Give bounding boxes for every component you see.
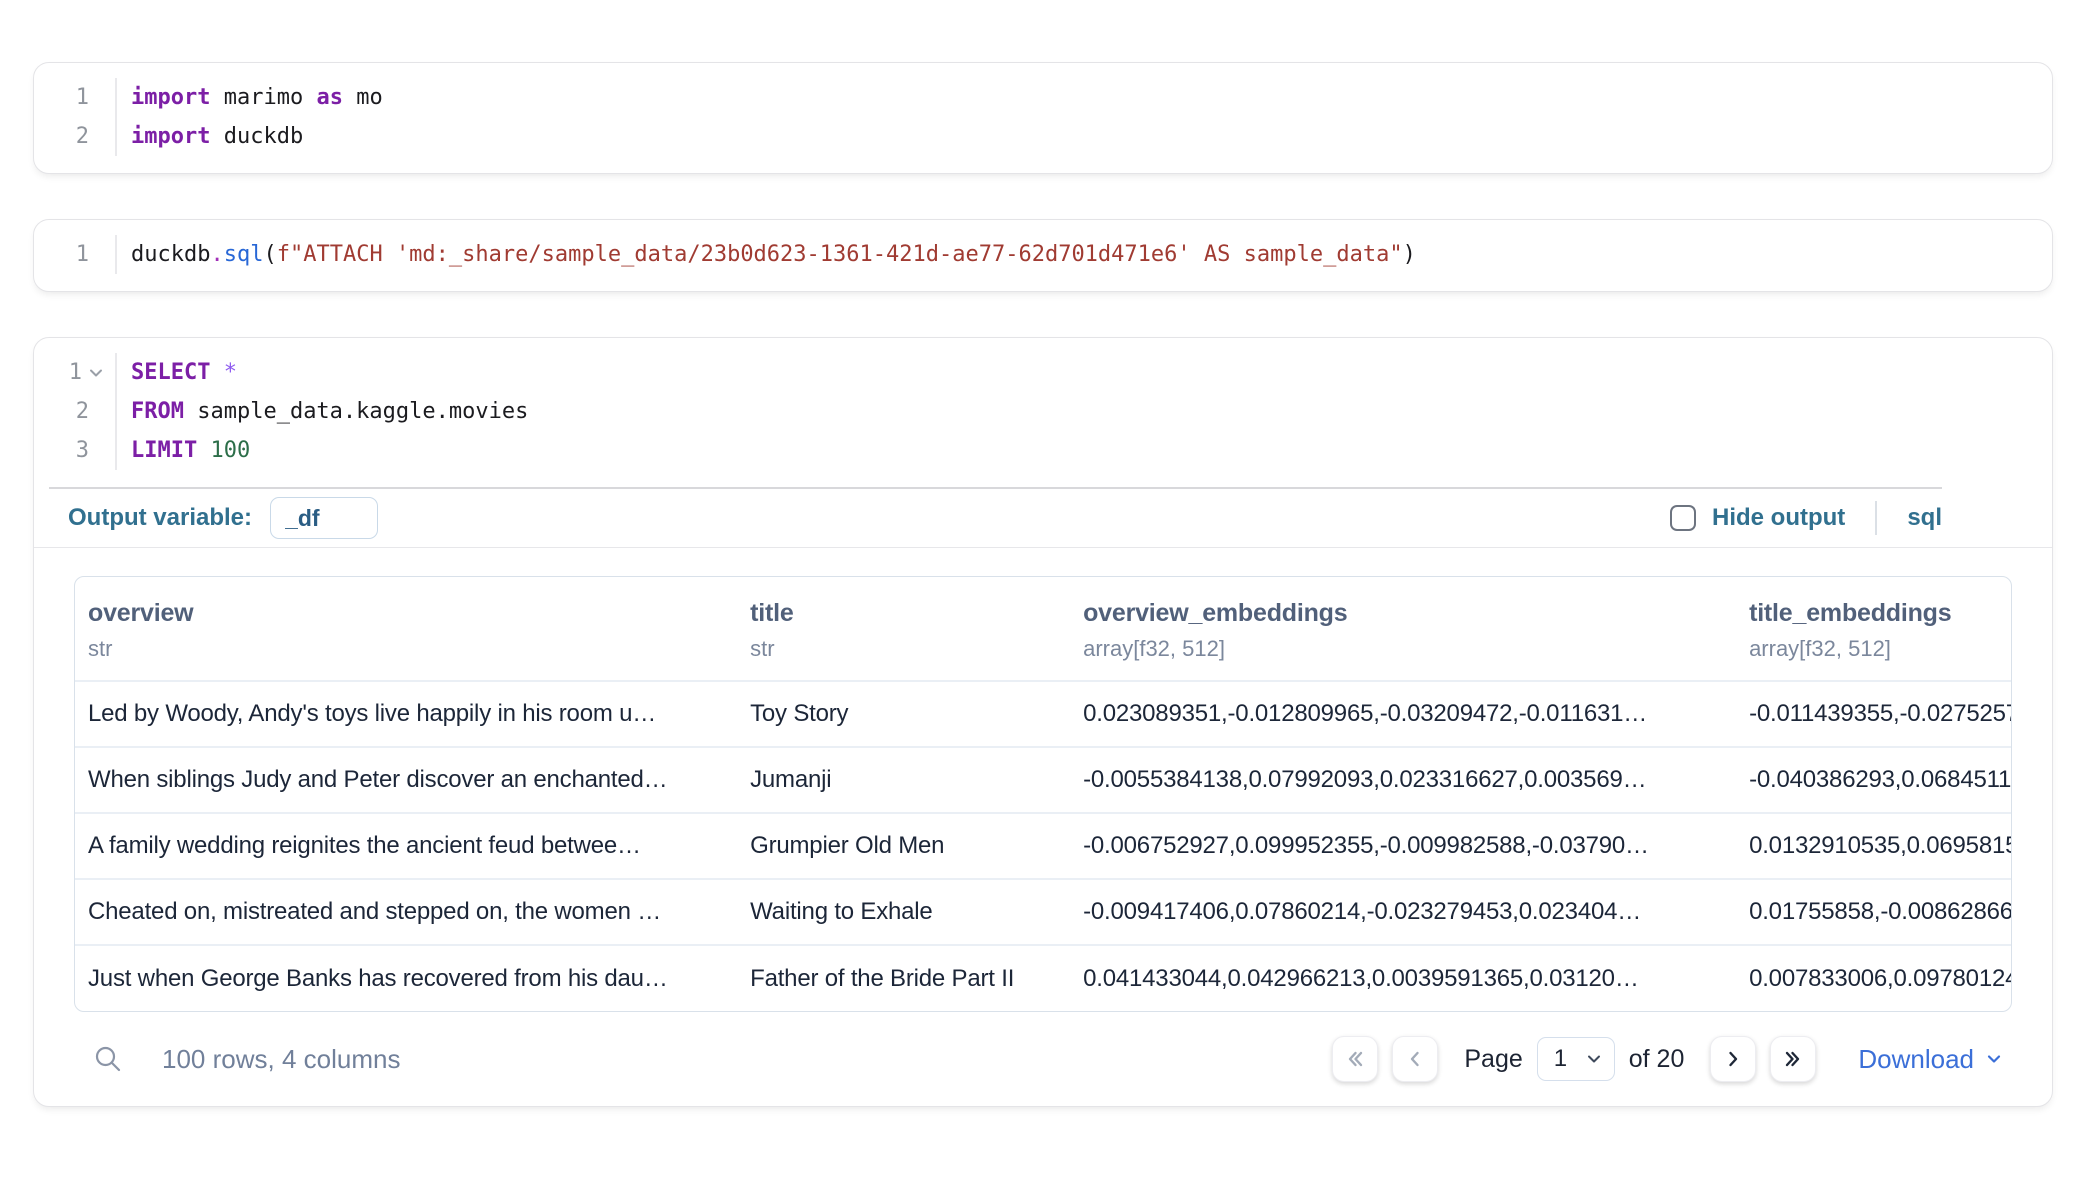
pagination: Page 1 of 20 <box>1332 1036 2004 1082</box>
cell-overview-embeddings: -0.009417406,0.07860214,-0.023279453,0.0… <box>1070 879 1736 945</box>
code-editor: 1 duckdb.sql(f"ATTACH 'md:_share/sample_… <box>34 220 2052 291</box>
cell-overview: When siblings Judy and Peter discover an… <box>75 747 737 813</box>
code-text[interactable]: LIMIT 100 <box>117 438 250 463</box>
table-footer-left: 100 rows, 4 columns <box>92 1043 400 1075</box>
table-header-row: overview str title str overview_embeddin… <box>75 577 2011 681</box>
chevron-down-icon <box>1984 1049 2004 1069</box>
line-number-gutter: 1 <box>34 353 117 392</box>
cell-title-embeddings: 0.007833006,0.09780124,0.0221533 <box>1736 945 2011 1011</box>
prev-page-button[interactable] <box>1392 1036 1438 1082</box>
output-options-group: Hide output sql <box>1670 501 1942 535</box>
code-line: 1 import marimo as mo <box>34 78 2052 117</box>
page-label: Page <box>1464 1045 1522 1074</box>
code-text[interactable]: import duckdb <box>117 124 303 149</box>
hide-output-label[interactable]: Hide output <box>1712 504 1845 532</box>
chevron-left-icon <box>1404 1048 1426 1070</box>
line-number: 1 <box>69 360 82 385</box>
output-variable-input[interactable] <box>270 497 378 539</box>
cell-title: Toy Story <box>737 681 1070 747</box>
cell-title-embeddings: -0.011439355,-0.02752577,0.031961977 <box>1736 681 2011 747</box>
chevron-right-icon <box>1722 1048 1744 1070</box>
cell-overview: A family wedding reignites the ancient f… <box>75 813 737 879</box>
cell-title-embeddings: -0.040386293,0.06845117,0.0137522 <box>1736 747 2011 813</box>
cell-title-embeddings: 0.01755858,-0.00862866,0.0422115 <box>1736 879 2011 945</box>
output-variable-bar: Output variable: Hide output sql <box>34 489 2052 547</box>
cell-overview-embeddings: -0.006752927,0.099952355,-0.009982588,-0… <box>1070 813 1736 879</box>
code-line: 1 duckdb.sql(f"ATTACH 'md:_share/sample_… <box>34 235 2052 274</box>
hide-output-checkbox[interactable] <box>1670 505 1696 531</box>
cell-overview-embeddings: -0.0055384138,0.07992093,0.023316627,0.0… <box>1070 747 1736 813</box>
cell-title-embeddings: 0.0132910535,0.06958156,0.0208211 <box>1736 813 2011 879</box>
column-header-title[interactable]: title str <box>737 577 1070 681</box>
sql-cell: 1 SELECT * 2 FROM sample_data.kaggle.mov… <box>33 337 2053 1107</box>
vertical-divider <box>1875 501 1877 535</box>
cell-overview: Just when George Banks has recovered fro… <box>75 945 737 1011</box>
cell-title: Jumanji <box>737 747 1070 813</box>
line-number-gutter: 2 <box>34 392 117 431</box>
cell-overview: Cheated on, mistreated and stepped on, t… <box>75 879 737 945</box>
next-page-button[interactable] <box>1710 1036 1756 1082</box>
cell-title: Waiting to Exhale <box>737 879 1070 945</box>
column-type: array[f32, 512] <box>1749 636 2001 662</box>
code-cell-attach: 1 duckdb.sql(f"ATTACH 'md:_share/sample_… <box>33 219 2053 292</box>
table-footer: 100 rows, 4 columns Page <box>74 1036 2012 1082</box>
code-line: 2 FROM sample_data.kaggle.movies <box>34 392 2052 431</box>
double-chevron-right-icon <box>1782 1048 1804 1070</box>
page-count-label: of 20 <box>1629 1045 1685 1074</box>
line-number: 3 <box>76 438 89 463</box>
code-editor: 1 SELECT * 2 FROM sample_data.kaggle.mov… <box>34 338 2052 487</box>
first-page-button[interactable] <box>1332 1036 1378 1082</box>
table-row: Led by Woody, Andy's toys live happily i… <box>75 681 2011 747</box>
column-header-overview[interactable]: overview str <box>75 577 737 681</box>
notebook: 1 import marimo as mo 2 import duckdb 1 … <box>33 62 2053 1107</box>
table-row: Cheated on, mistreated and stepped on, t… <box>75 879 2011 945</box>
code-text[interactable]: FROM sample_data.kaggle.movies <box>117 399 528 424</box>
output-area: overview str title str overview_embeddin… <box>34 548 2052 1106</box>
download-button[interactable]: Download <box>1858 1044 2004 1075</box>
line-number: 1 <box>76 85 89 110</box>
cell-title: Father of the Bride Part II <box>737 945 1070 1011</box>
code-line: 3 LIMIT 100 <box>34 431 2052 470</box>
page-select-value: 1 <box>1554 1045 1567 1073</box>
output-variable-label: Output variable: <box>68 504 252 532</box>
code-text[interactable]: SELECT * <box>117 360 237 385</box>
column-header-overview-embeddings[interactable]: overview_embeddings array[f32, 512] <box>1070 577 1736 681</box>
column-type: str <box>88 636 727 662</box>
line-number-gutter: 1 <box>34 78 117 117</box>
code-cell-imports: 1 import marimo as mo 2 import duckdb <box>33 62 2053 174</box>
code-line: 2 import duckdb <box>34 117 2052 156</box>
table-row: A family wedding reignites the ancient f… <box>75 813 2011 879</box>
download-label: Download <box>1858 1044 1974 1075</box>
line-number-gutter: 2 <box>34 117 117 156</box>
table-row: When siblings Judy and Peter discover an… <box>75 747 2011 813</box>
last-page-button[interactable] <box>1770 1036 1816 1082</box>
fold-chevron-down-icon[interactable] <box>87 364 105 382</box>
line-number: 2 <box>76 124 89 149</box>
code-text[interactable]: duckdb.sql(f"ATTACH 'md:_share/sample_da… <box>117 242 1416 267</box>
dataframe-table: overview str title str overview_embeddin… <box>74 576 2012 1012</box>
code-editor: 1 import marimo as mo 2 import duckdb <box>34 63 2052 173</box>
line-number: 1 <box>76 242 89 267</box>
column-type: array[f32, 512] <box>1083 636 1726 662</box>
code-text[interactable]: import marimo as mo <box>117 85 383 110</box>
cell-overview: Led by Woody, Andy's toys live happily i… <box>75 681 737 747</box>
page-select[interactable]: 1 <box>1537 1037 1615 1081</box>
search-icon[interactable] <box>92 1043 124 1075</box>
output-variable-group: Output variable: <box>68 497 378 539</box>
language-badge: sql <box>1907 504 1942 532</box>
cell-title: Grumpier Old Men <box>737 813 1070 879</box>
line-number-gutter: 1 <box>34 235 117 274</box>
column-header-title-embeddings[interactable]: title_embeddings array[f32, 512] <box>1736 577 2011 681</box>
cell-overview-embeddings: 0.041433044,0.042966213,0.0039591365,0.0… <box>1070 945 1736 1011</box>
code-line: 1 SELECT * <box>34 353 2052 392</box>
column-type: str <box>750 636 1060 662</box>
double-chevron-left-icon <box>1344 1048 1366 1070</box>
table-row: Just when George Banks has recovered fro… <box>75 945 2011 1011</box>
chevron-down-icon <box>1584 1049 1604 1069</box>
row-count-summary: 100 rows, 4 columns <box>162 1044 400 1075</box>
cell-overview-embeddings: 0.023089351,-0.012809965,-0.03209472,-0.… <box>1070 681 1736 747</box>
line-number: 2 <box>76 399 89 424</box>
line-number-gutter: 3 <box>34 431 117 470</box>
